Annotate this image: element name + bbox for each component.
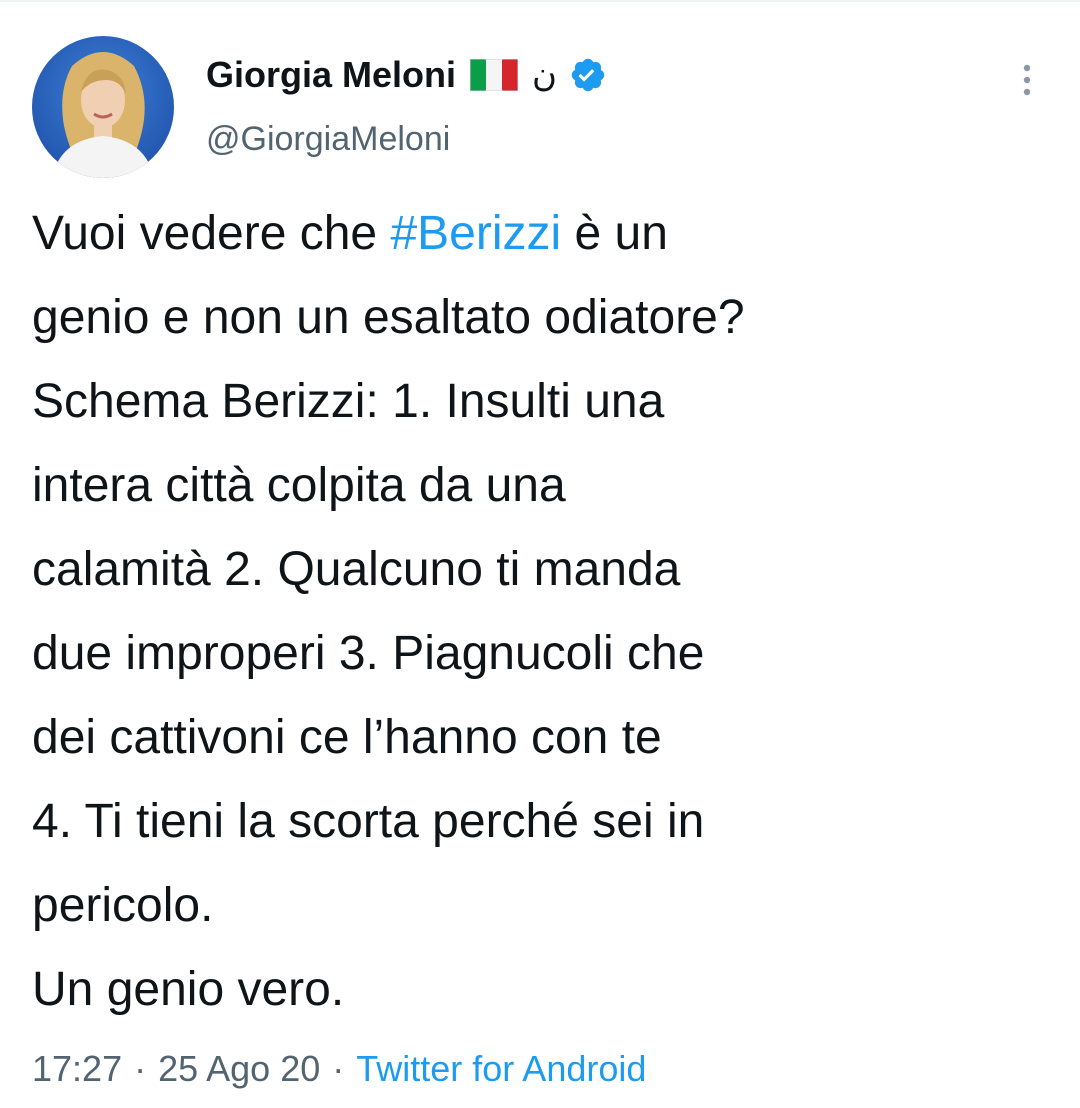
tweet-line: genio e non un esaltato odiatore? <box>32 291 745 344</box>
hashtag-link[interactable]: #Berizzi <box>390 207 561 260</box>
tweet-line-text: Vuoi vedere che <box>32 207 391 260</box>
tweet-line: calamità 2. Qualcuno ti manda <box>32 543 681 596</box>
arabic-nun-glyph: ن <box>532 55 557 95</box>
verified-badge-icon[interactable] <box>569 56 607 94</box>
more-options-icon[interactable] <box>1012 60 1042 100</box>
tweet-text: Vuoi vedere che #Berizzi è un genio e no… <box>32 192 1062 1032</box>
tweet-line: due improperi 3. Piagnucoli che <box>32 627 705 680</box>
tweet-line: intera città colpita da una <box>32 459 566 512</box>
italian-flag-icon <box>470 59 519 91</box>
author-name-row: Giorgia Meloni ن <box>206 52 607 98</box>
tweet-source-link[interactable]: Twitter for Android <box>356 1048 646 1089</box>
tweet-line: Vuoi vedere che #Berizzi è un <box>32 192 1062 276</box>
author-display-name[interactable]: Giorgia Meloni <box>206 54 456 96</box>
top-divider <box>0 0 1080 2</box>
author-handle[interactable]: @GiorgiaMeloni <box>206 120 450 159</box>
tweet-line: Un genio vero. <box>32 963 345 1016</box>
meta-separator: · <box>134 1048 147 1089</box>
tweet-date[interactable]: 25 Ago 20 <box>158 1048 320 1089</box>
tweet-line: pericolo. <box>32 879 214 932</box>
tweet-line: 4. Ti tieni la scorta perché sei in <box>32 795 705 848</box>
tweet-meta: 17:27 · 25 Ago 20 · Twitter for Android <box>32 1048 646 1090</box>
meta-separator: · <box>332 1048 345 1089</box>
tweet-line: dei cattivoni ce l’hanno con te <box>32 711 662 764</box>
tweet-line: Schema Berizzi: 1. Insulti una <box>32 375 665 428</box>
avatar[interactable] <box>32 36 174 178</box>
tweet-line-text: è un <box>561 207 668 260</box>
tweet-time[interactable]: 17:27 <box>32 1048 122 1089</box>
